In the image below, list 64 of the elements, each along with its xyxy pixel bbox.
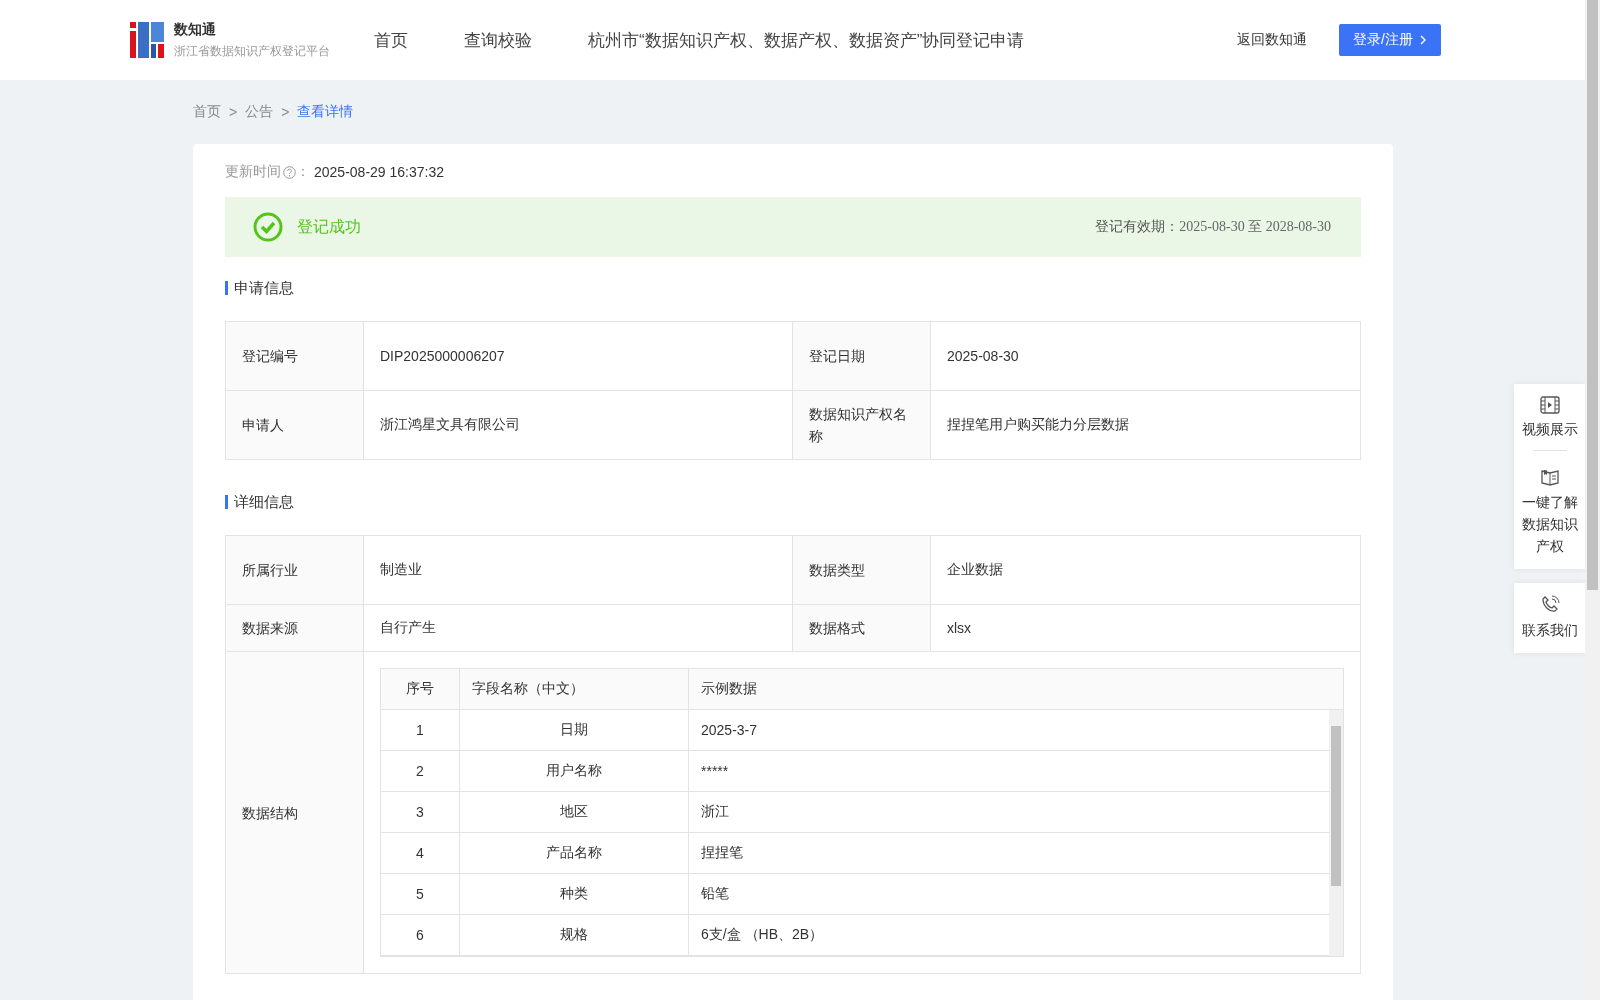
- breadcrumb-separator: >: [281, 104, 290, 120]
- phone-icon: [1539, 595, 1560, 615]
- logo-title: 数知通: [174, 20, 217, 39]
- validity-label: 登记有效期：: [1095, 218, 1180, 236]
- status-text: 登记成功: [297, 216, 362, 237]
- field-label: 数据类型: [793, 536, 931, 604]
- column-header: 序号: [381, 669, 460, 709]
- book-icon: [1539, 467, 1560, 487]
- login-button[interactable]: 登录/注册: [1339, 24, 1441, 56]
- chevron-icon: [1419, 35, 1427, 45]
- field-value: 企业数据: [946, 560, 1004, 579]
- field-label: 数据来源: [226, 605, 364, 651]
- field-value: 2025-08-30: [946, 347, 1020, 366]
- table-cell-text: 6支/盒 （HB、2B）: [700, 925, 825, 944]
- table-cell: 产品名称: [460, 833, 689, 873]
- film-icon: [1539, 396, 1560, 414]
- side-link[interactable]: 一键了解数据知识产权: [1520, 491, 1579, 557]
- side-link[interactable]: 视频展示: [1521, 418, 1578, 440]
- table-cell-text: 铅笔: [700, 884, 730, 903]
- table-cell: 地区: [460, 792, 689, 832]
- table-cell: 4: [381, 833, 460, 873]
- field-label: 登记日期: [793, 322, 931, 390]
- breadcrumb-item[interactable]: 查看详情: [297, 103, 354, 121]
- page-scrollbar[interactable]: [1585, 0, 1600, 1000]
- column-header: 示例数据: [700, 679, 758, 698]
- nav-link[interactable]: 首页: [374, 28, 408, 52]
- update-time: 2025-08-29 16:37:32: [314, 164, 444, 180]
- table-cell: 5: [381, 874, 460, 914]
- check-circle-icon: [253, 212, 283, 242]
- table-cell-text: 2025-3-7: [700, 721, 759, 740]
- nav-link[interactable]: 查询校验: [464, 28, 532, 52]
- section-title: 申请信息: [234, 278, 294, 298]
- table-scrollbar[interactable]: [1329, 710, 1343, 956]
- section-title: 详细信息: [234, 492, 294, 512]
- table-cell-text: 浙江: [700, 802, 730, 821]
- table-cell: 用户名称: [460, 751, 689, 791]
- help-icon: [283, 165, 296, 179]
- table-cell: 2: [381, 751, 460, 791]
- field-label: 数据格式: [793, 605, 931, 651]
- breadcrumb-separator: >: [229, 104, 238, 120]
- colon: ：: [296, 163, 310, 181]
- logo-icon: [130, 22, 164, 58]
- back-link[interactable]: 返回数知通: [1237, 31, 1308, 49]
- field-label: 数据知识产权名称: [793, 391, 931, 459]
- table-cell: 规格: [460, 915, 689, 955]
- column-header: 字段名称（中文）: [460, 669, 689, 709]
- field-label: 数据结构: [226, 652, 364, 973]
- table-cell: 1: [381, 710, 460, 750]
- table-cell: 6: [381, 915, 460, 955]
- field-label: 所属行业: [226, 536, 364, 604]
- field-label: 申请人: [226, 391, 364, 459]
- nav-link[interactable]: 杭州市“数据知识产权、数据产权、数据资产”协同登记申请: [588, 28, 1025, 52]
- table-cell-text: *****: [700, 762, 730, 781]
- logo-subtitle: 浙江省数据知识产权登记平台: [174, 42, 330, 60]
- field-value: 捏捏笔用户购买能力分层数据: [946, 415, 1130, 434]
- table-cell-text: 捏捏笔: [700, 843, 744, 862]
- side-link[interactable]: 联系我们: [1521, 619, 1578, 641]
- field-value: xlsx: [946, 619, 973, 638]
- validity-range: 2025-08-30 至 2028-08-30: [1179, 218, 1331, 236]
- table-cell: 3: [381, 792, 460, 832]
- field-label: 登记编号: [226, 322, 364, 390]
- update-label: 更新时间: [225, 163, 281, 181]
- table-cell: 种类: [460, 874, 689, 914]
- table-cell: 日期: [460, 710, 689, 750]
